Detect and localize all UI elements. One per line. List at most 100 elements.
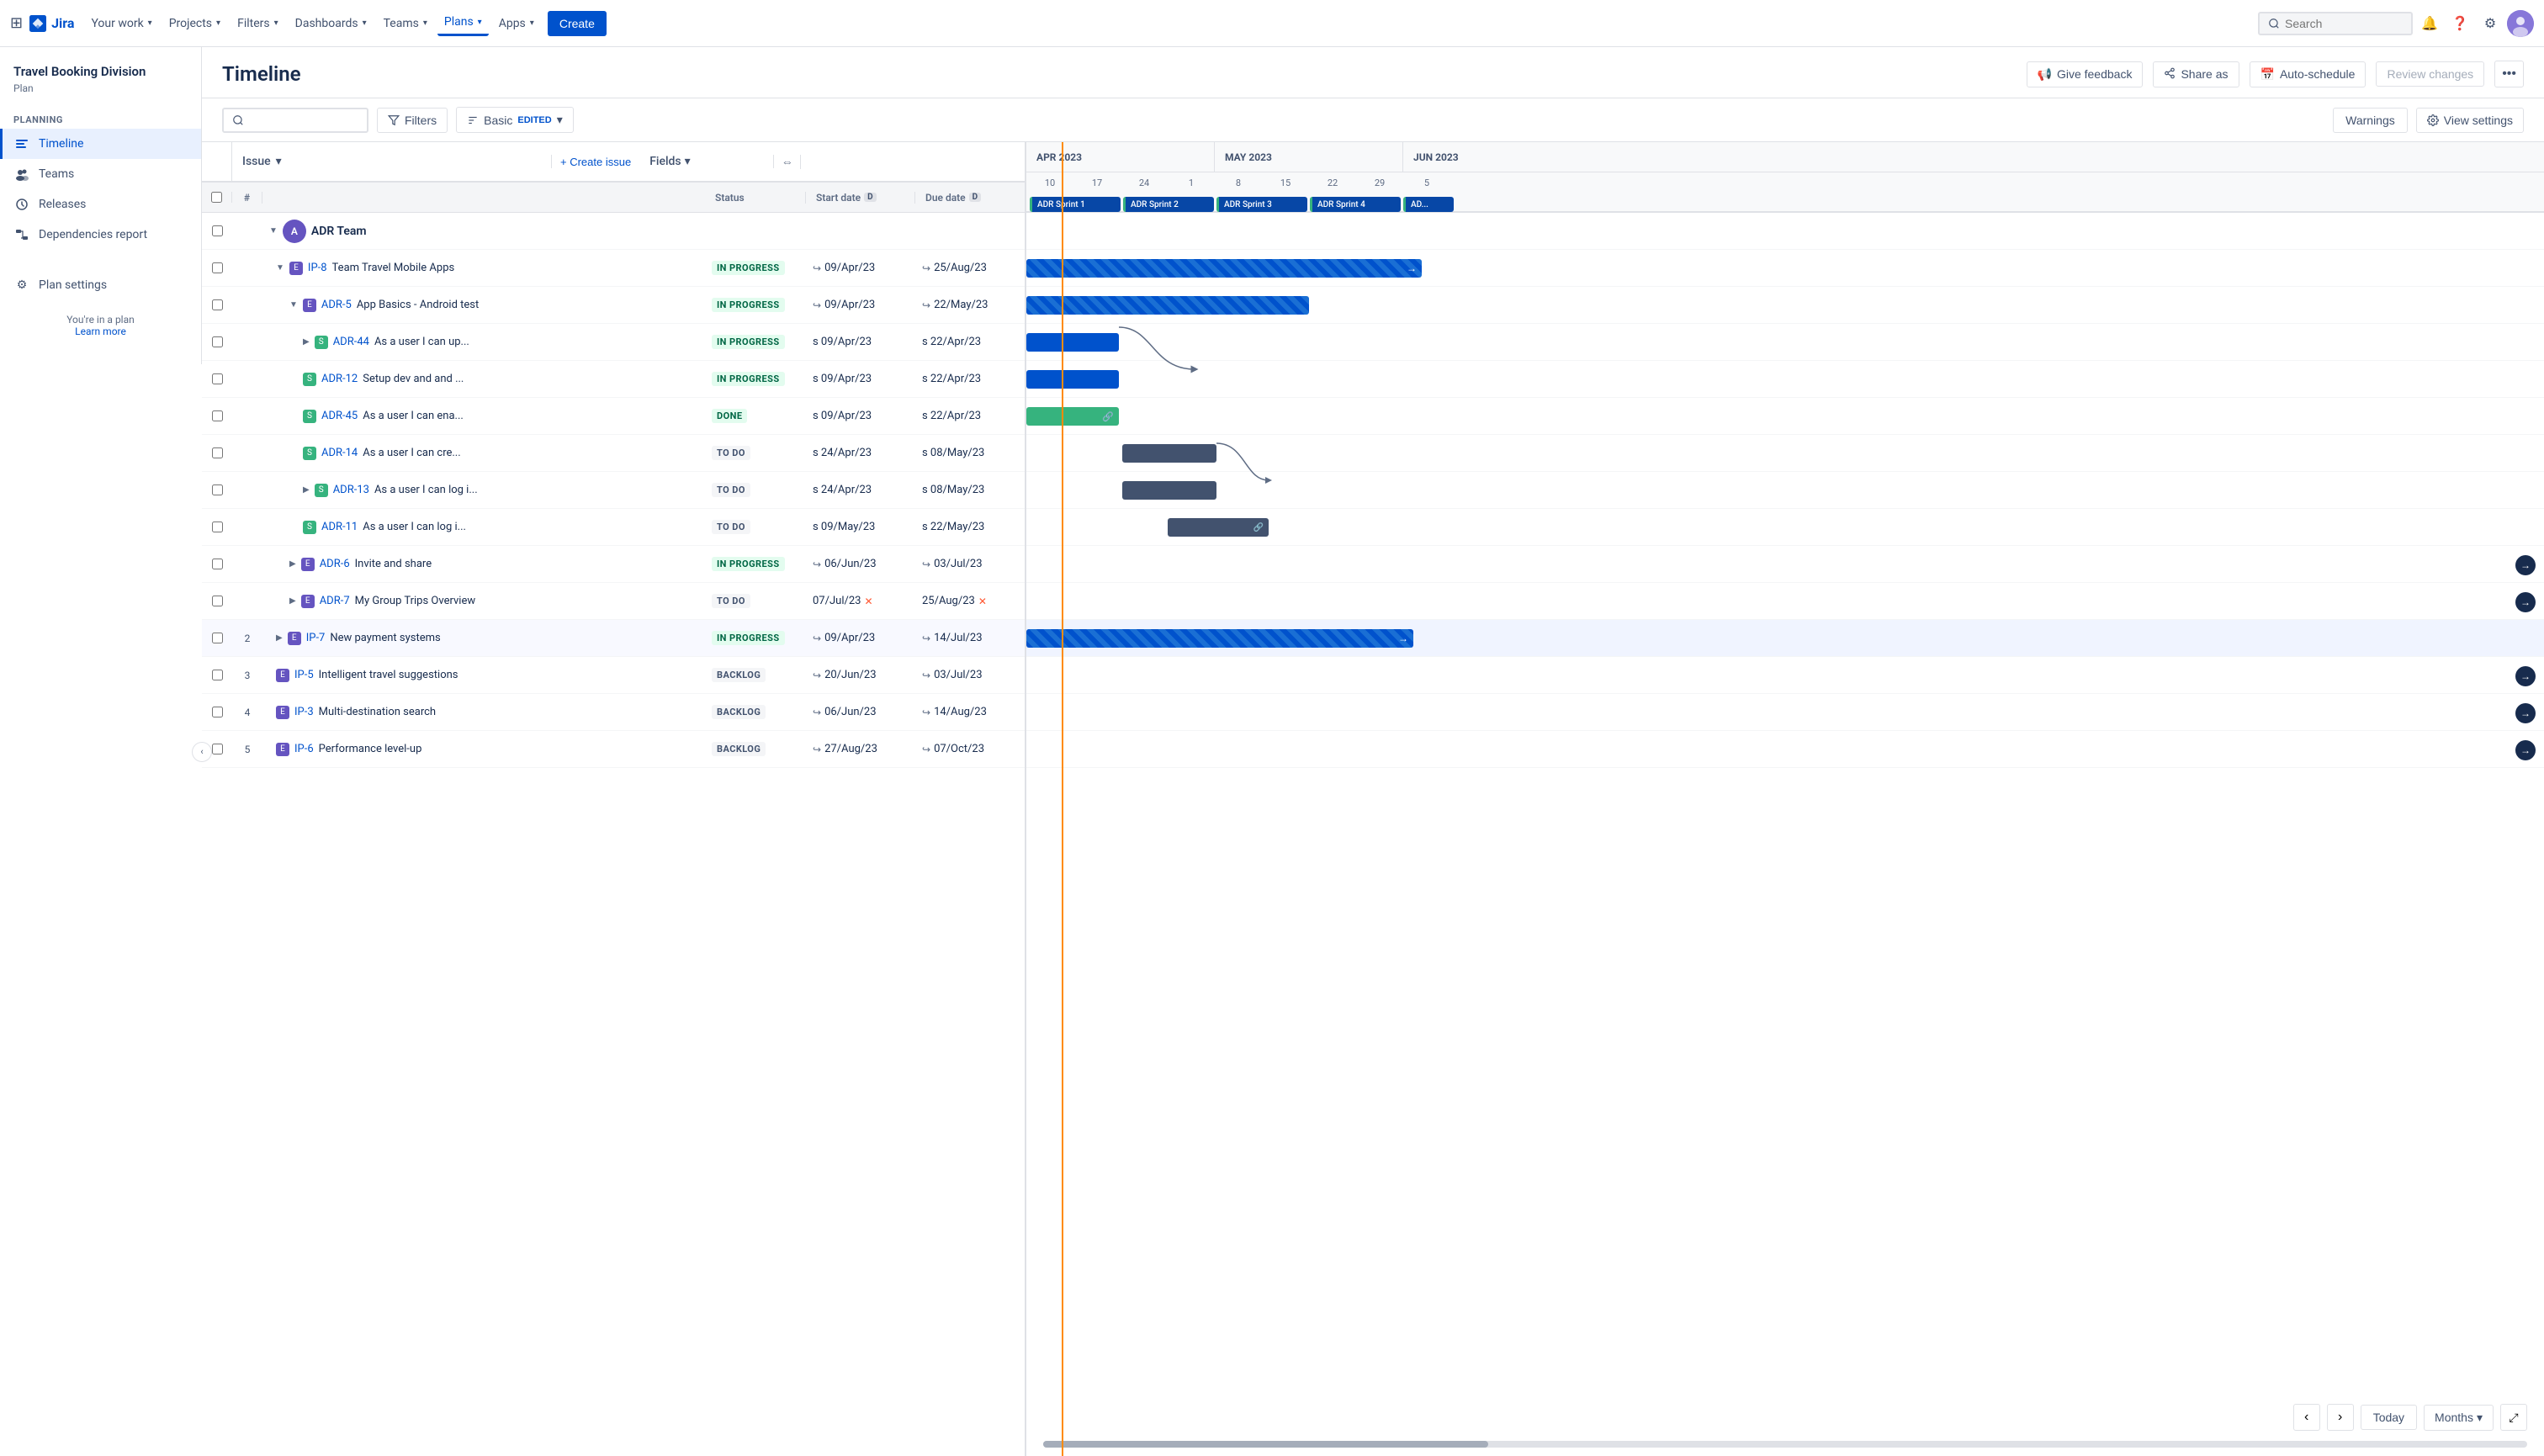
expand-icon[interactable]: ▼ bbox=[276, 263, 284, 273]
nav-plans[interactable]: Plans▾ bbox=[437, 10, 489, 36]
learn-more-link[interactable]: Learn more bbox=[75, 326, 126, 337]
issue-key[interactable]: IP-6 bbox=[294, 743, 314, 755]
gantt-bar[interactable] bbox=[1026, 370, 1119, 389]
expand-icon[interactable]: ▶ bbox=[289, 559, 296, 569]
sidebar-item-plan-settings[interactable]: ⚙ Plan settings bbox=[0, 270, 201, 300]
notifications-button[interactable]: 🔔 bbox=[2416, 10, 2443, 37]
row-checkbox[interactable] bbox=[212, 707, 223, 717]
issue-key[interactable]: IP-5 bbox=[294, 669, 314, 681]
gantt-bar[interactable]: → bbox=[1026, 259, 1422, 278]
row-checkbox[interactable] bbox=[212, 410, 223, 421]
gantt-bar[interactable] bbox=[1122, 444, 1216, 463]
collapse-sidebar-button[interactable]: ‹ bbox=[192, 742, 212, 762]
issue-key[interactable]: IP-3 bbox=[294, 706, 314, 718]
expand-icon[interactable]: ▼ bbox=[289, 300, 298, 310]
nav-right-button[interactable]: → bbox=[2515, 555, 2536, 575]
avatar[interactable] bbox=[2507, 10, 2534, 37]
nav-filters[interactable]: Filters▾ bbox=[231, 12, 285, 35]
give-feedback-button[interactable]: 📢 Give feedback bbox=[2027, 61, 2144, 87]
review-changes-button[interactable]: Review changes bbox=[2376, 61, 2484, 87]
expand-icon[interactable]: ▶ bbox=[303, 337, 310, 347]
expand-icon[interactable]: ▶ bbox=[276, 633, 283, 643]
scrollbar-thumb[interactable] bbox=[1043, 1441, 1488, 1448]
row-checkbox[interactable] bbox=[212, 559, 223, 569]
nav-right-button[interactable]: → bbox=[2515, 740, 2536, 760]
sidebar-item-timeline[interactable]: Timeline bbox=[0, 129, 201, 159]
row-checkbox[interactable] bbox=[212, 484, 223, 495]
issue-key[interactable]: ADR-5 bbox=[321, 299, 352, 311]
expand-icon[interactable]: ▶ bbox=[289, 596, 296, 606]
settings-button[interactable]: ⚙ bbox=[2477, 10, 2504, 37]
nav-apps[interactable]: Apps▾ bbox=[492, 12, 541, 35]
row-checkbox[interactable] bbox=[212, 299, 223, 310]
warnings-button[interactable]: Warnings bbox=[2333, 108, 2408, 133]
nav-right-button[interactable]: → bbox=[2515, 592, 2536, 612]
expand-icon[interactable]: ▶ bbox=[303, 485, 310, 495]
toolbar-search-box[interactable] bbox=[222, 108, 368, 133]
row-checkbox[interactable] bbox=[212, 225, 223, 236]
nav-right-button[interactable]: → bbox=[2515, 666, 2536, 686]
issue-key[interactable]: IP-8 bbox=[308, 262, 327, 274]
issue-key[interactable]: ADR-45 bbox=[321, 410, 358, 422]
row-checkbox[interactable] bbox=[212, 670, 223, 680]
row-checkbox[interactable] bbox=[212, 336, 223, 347]
months-button[interactable]: Months ▾ bbox=[2424, 1405, 2494, 1431]
issue-key[interactable]: ADR-13 bbox=[333, 484, 369, 496]
row-checkbox[interactable] bbox=[212, 596, 223, 606]
row-checkbox[interactable] bbox=[212, 447, 223, 458]
timeline-icon bbox=[13, 135, 30, 152]
resize-handle[interactable]: ⇔ bbox=[774, 155, 801, 169]
view-settings-button[interactable]: View settings bbox=[2416, 108, 2524, 133]
chart-next-button[interactable]: › bbox=[2327, 1404, 2354, 1431]
gantt-bar[interactable]: 🔗 bbox=[1026, 407, 1119, 426]
issue-key[interactable]: ADR-14 bbox=[321, 447, 358, 459]
issue-key[interactable]: IP-7 bbox=[306, 632, 326, 644]
issue-key[interactable]: ADR-12 bbox=[321, 373, 358, 385]
epic-icon: E bbox=[276, 669, 289, 682]
basic-filter-button[interactable]: Basic EDITED ▾ bbox=[456, 107, 574, 133]
issue-key[interactable]: ADR-44 bbox=[333, 336, 369, 348]
nav-dashboards[interactable]: Dashboards▾ bbox=[289, 12, 374, 35]
nav-your-work[interactable]: Your work▾ bbox=[84, 12, 158, 35]
expand-chart-button[interactable]: ⤢ bbox=[2500, 1404, 2527, 1431]
share-as-button[interactable]: Share as bbox=[2153, 61, 2239, 87]
gantt-bar[interactable] bbox=[1026, 296, 1309, 315]
row-checkbox[interactable] bbox=[212, 522, 223, 532]
more-options-button[interactable]: ••• bbox=[2494, 61, 2524, 87]
row-checkbox[interactable] bbox=[212, 633, 223, 643]
row-checkbox[interactable] bbox=[212, 744, 223, 754]
search-input[interactable] bbox=[2285, 17, 2403, 30]
gantt-bar[interactable] bbox=[1026, 333, 1119, 352]
fields-column-header[interactable]: Fields ▾ bbox=[639, 155, 774, 168]
nav-right-button[interactable]: → bbox=[2515, 703, 2536, 723]
issue-key[interactable]: ADR-11 bbox=[321, 521, 358, 533]
expand-icon[interactable]: ▼ bbox=[269, 226, 278, 236]
sidebar-item-releases[interactable]: Releases bbox=[0, 189, 201, 220]
row-checkbox[interactable] bbox=[212, 262, 223, 273]
nav-teams[interactable]: Teams▾ bbox=[377, 12, 434, 35]
table-row: S ADR-12 Setup dev and and ... IN PROGRE… bbox=[202, 361, 1025, 398]
filters-button[interactable]: Filters bbox=[377, 108, 448, 133]
sidebar-item-teams[interactable]: Teams bbox=[0, 159, 201, 189]
select-all-checkbox[interactable] bbox=[211, 192, 222, 203]
gantt-bar[interactable]: 🔗 bbox=[1168, 518, 1269, 537]
chart-prev-button[interactable]: ‹ bbox=[2293, 1404, 2320, 1431]
nav-logo[interactable]: Jira bbox=[29, 15, 74, 32]
nav-search-box[interactable] bbox=[2258, 12, 2413, 35]
toolbar-search-input[interactable] bbox=[249, 114, 358, 127]
gantt-bar[interactable]: → bbox=[1026, 629, 1413, 648]
grid-icon[interactable]: ⊞ bbox=[10, 14, 23, 32]
issue-key[interactable]: ADR-6 bbox=[320, 558, 350, 570]
nav-projects[interactable]: Projects▾ bbox=[162, 12, 227, 35]
chart-scrollbar[interactable] bbox=[1043, 1441, 2527, 1448]
auto-schedule-button[interactable]: 📅 Auto-schedule bbox=[2250, 61, 2366, 87]
issue-key[interactable]: ADR-7 bbox=[320, 595, 350, 607]
today-button[interactable]: Today bbox=[2361, 1405, 2417, 1430]
story-icon: S bbox=[303, 410, 316, 423]
sidebar-item-deps[interactable]: Dependencies report bbox=[0, 220, 201, 250]
help-button[interactable]: ❓ bbox=[2446, 10, 2473, 37]
row-checkbox[interactable] bbox=[212, 373, 223, 384]
create-button[interactable]: Create bbox=[548, 11, 607, 36]
create-issue-button[interactable]: + Create issue bbox=[552, 152, 639, 172]
gantt-bar[interactable] bbox=[1122, 481, 1216, 500]
